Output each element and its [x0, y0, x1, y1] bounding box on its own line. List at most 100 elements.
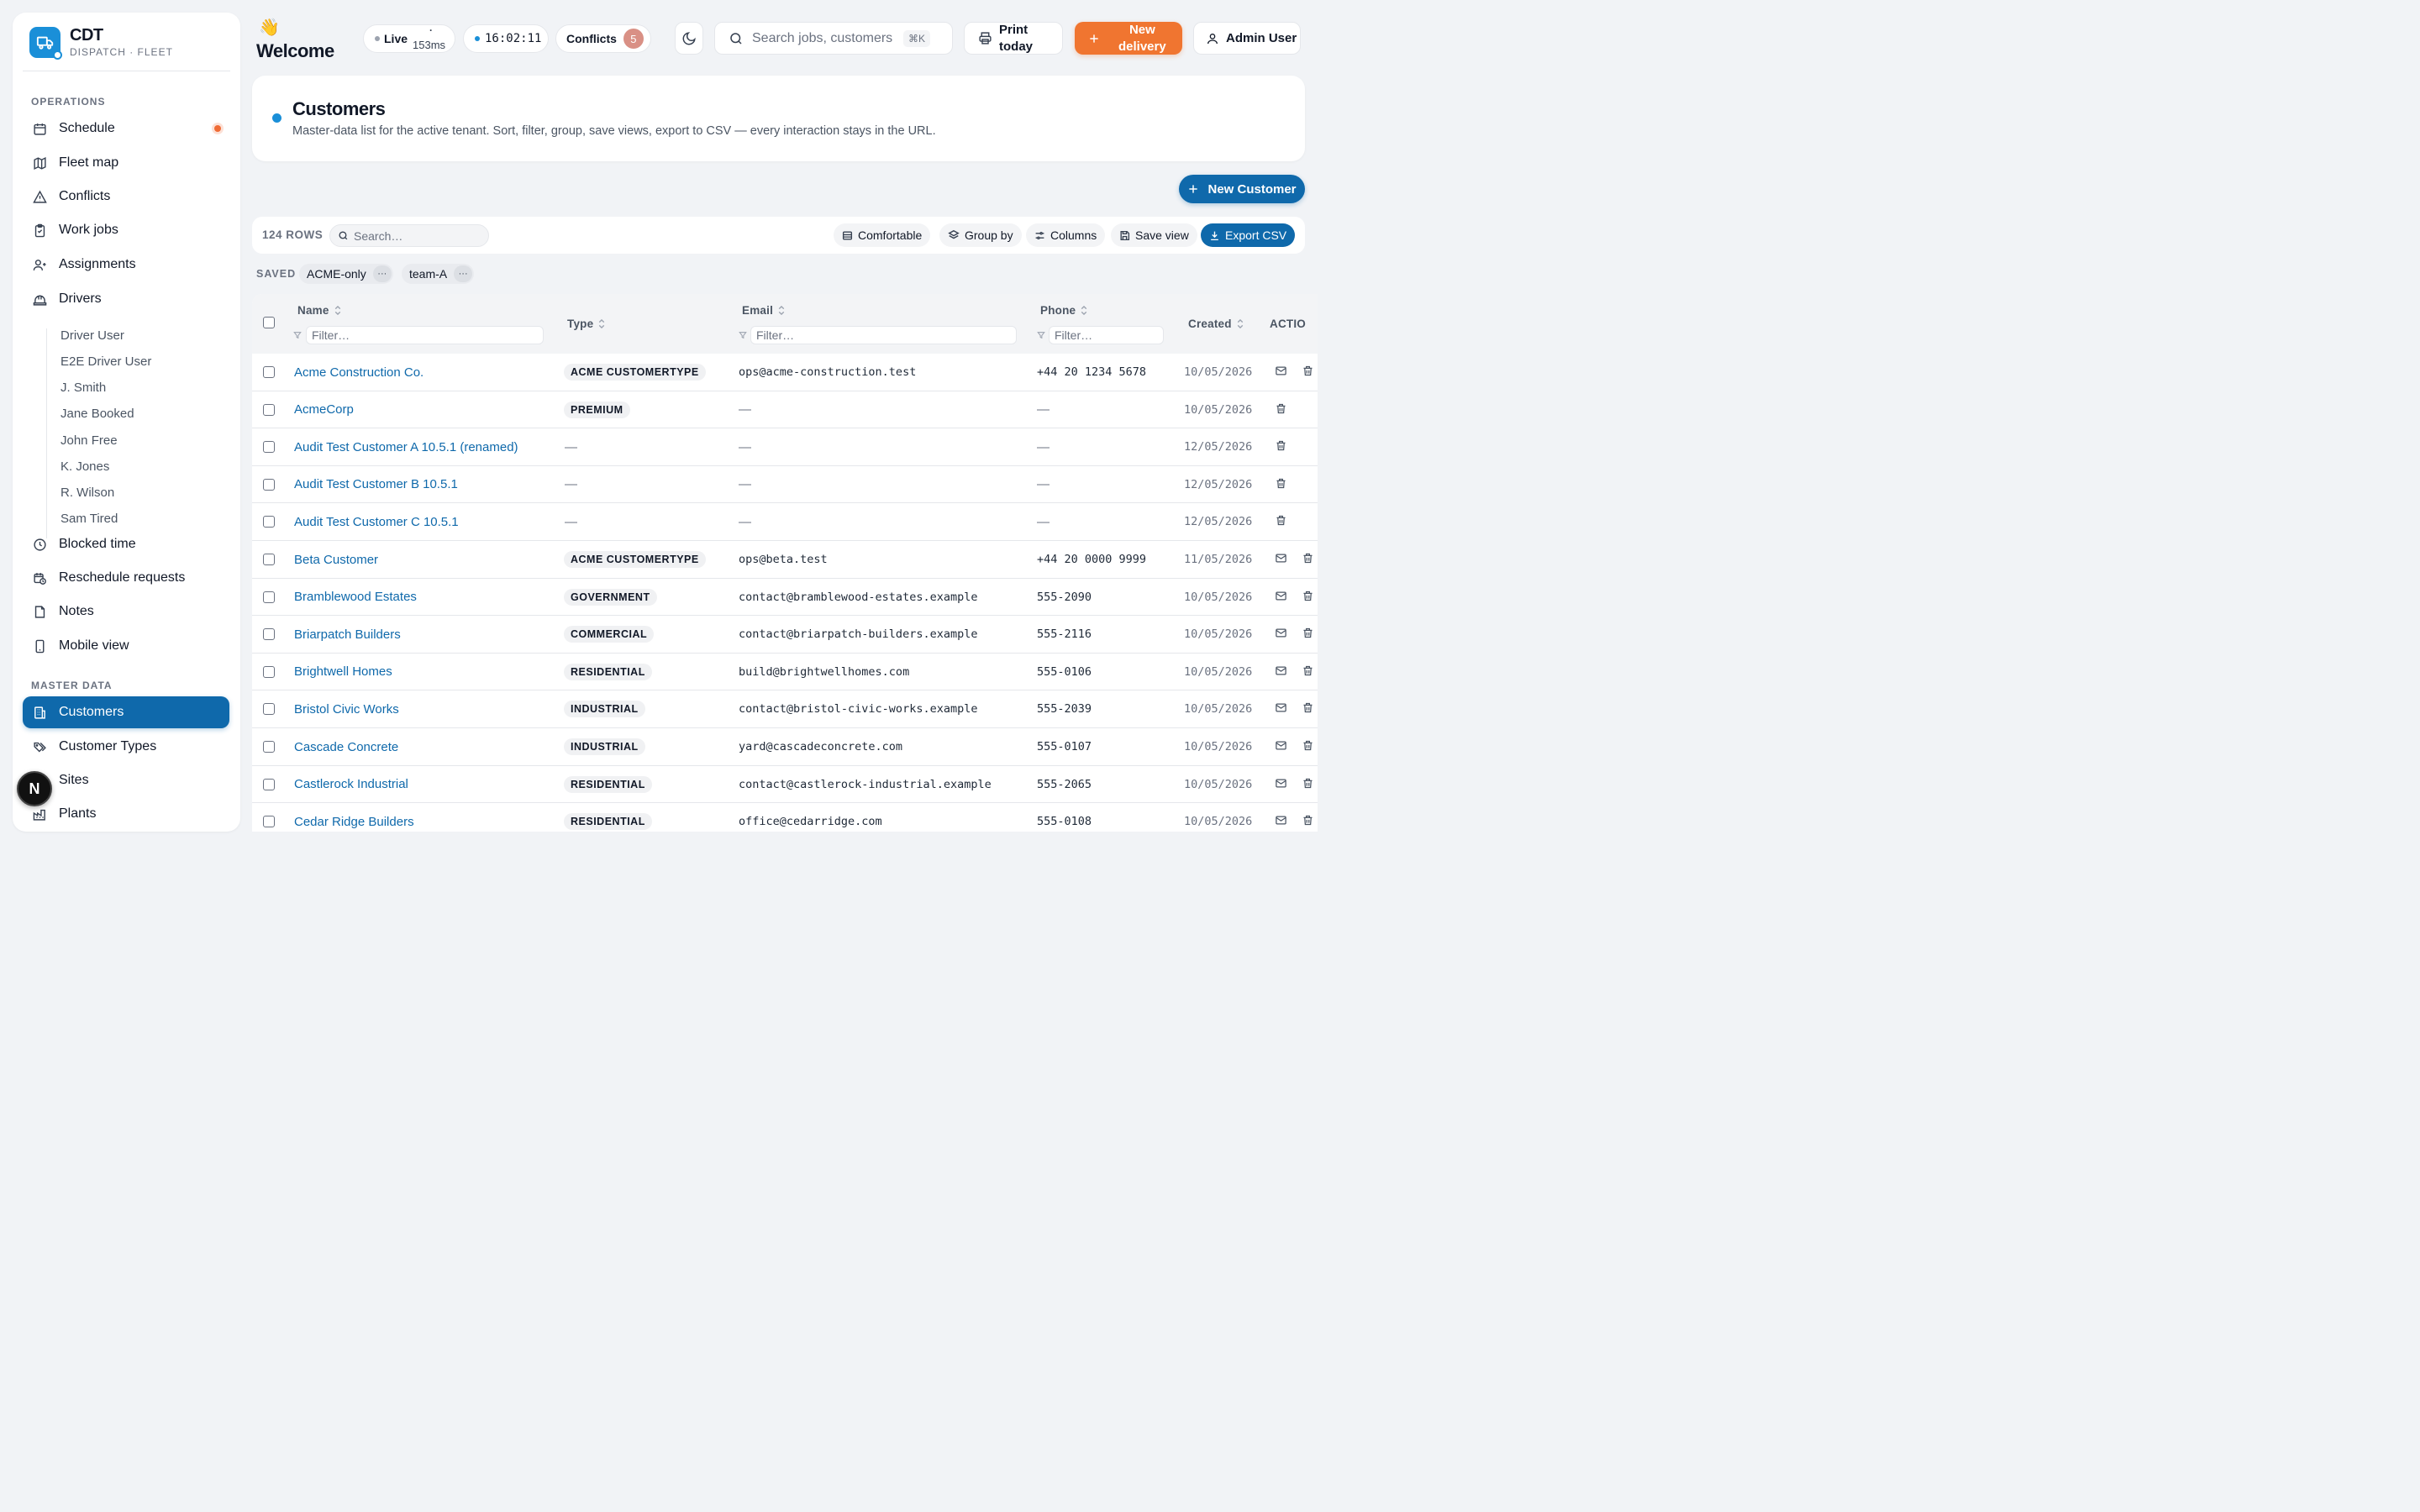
row-checkbox[interactable] [263, 628, 275, 641]
customer-name-link[interactable]: Castlerock Industrial [294, 766, 408, 803]
email-action-icon[interactable] [1275, 701, 1287, 714]
phone-filter-input[interactable]: Filter… [1049, 326, 1164, 344]
column-header-created[interactable]: Created [1188, 318, 1244, 330]
saved-view-chip[interactable]: team-A ··· [402, 264, 475, 284]
group-by-button[interactable]: Group by [939, 223, 1022, 247]
email-filter-input[interactable]: Filter… [750, 326, 1017, 344]
customer-name-link[interactable]: AcmeCorp [294, 391, 354, 428]
delete-action-icon[interactable] [1302, 552, 1314, 564]
delete-action-icon[interactable] [1302, 701, 1314, 714]
sidebar-item-customer-types[interactable]: Customer Types [23, 731, 229, 763]
table-row[interactable]: Brightwell Homes RESIDENTIAL build@brightw… [252, 654, 1318, 691]
sidebar-item-blocked-time[interactable]: Blocked time [23, 528, 229, 560]
delete-action-icon[interactable] [1275, 514, 1287, 527]
customer-name-link[interactable]: Briarpatch Builders [294, 616, 401, 653]
row-checkbox[interactable] [263, 366, 275, 378]
sidebar-subitem-driver[interactable]: Driver User [60, 328, 124, 343]
new-delivery-button[interactable]: New delivery [1075, 22, 1182, 55]
customer-name-link[interactable]: Audit Test Customer C 10.5.1 [294, 503, 459, 540]
sidebar-item-reschedule-requests[interactable]: Reschedule requests [23, 562, 229, 594]
save-view-button[interactable]: Save view [1111, 223, 1197, 247]
export-csv-button[interactable]: Export CSV [1201, 223, 1296, 247]
table-row[interactable]: Cedar Ridge Builders RESIDENTIAL office@ce… [252, 803, 1318, 832]
name-filter-input[interactable]: Filter… [306, 326, 544, 344]
conflicts-pill[interactable]: Conflicts 5 [555, 24, 651, 53]
sidebar-item-customers[interactable]: Customers [23, 696, 229, 728]
delete-action-icon[interactable] [1275, 402, 1287, 415]
table-row[interactable]: AcmeCorp PREMIUM — — 10/05/2026 [252, 391, 1318, 429]
delete-action-icon[interactable] [1302, 365, 1314, 377]
email-action-icon[interactable] [1275, 627, 1287, 639]
delete-action-icon[interactable] [1275, 439, 1287, 452]
sidebar-item-drivers[interactable]: Drivers [23, 283, 229, 315]
sidebar-item-work-jobs[interactable]: Work jobs [23, 214, 229, 246]
sidebar-subitem-driver[interactable]: Sam Tired [60, 512, 118, 526]
customer-name-link[interactable]: Audit Test Customer A 10.5.1 (renamed) [294, 428, 518, 465]
column-header-email[interactable]: Email [742, 304, 785, 317]
sidebar-subitem-driver[interactable]: R. Wilson [60, 486, 114, 500]
global-search[interactable]: Search jobs, customers… ⌘K [714, 22, 953, 55]
column-header-type[interactable]: Type [567, 318, 605, 330]
row-checkbox[interactable] [263, 441, 275, 454]
delete-action-icon[interactable] [1302, 739, 1314, 752]
saved-view-chip[interactable]: ACME-only ··· [299, 264, 393, 284]
row-checkbox[interactable] [263, 778, 275, 790]
table-row[interactable]: Castlerock Industrial RESIDENTIAL contact@… [252, 766, 1318, 804]
columns-button[interactable]: Columns [1026, 223, 1106, 247]
select-all-checkbox[interactable] [263, 317, 275, 328]
sidebar-subitem-driver[interactable]: E2E Driver User [60, 354, 151, 369]
row-checkbox[interactable] [263, 478, 275, 491]
sidebar-item-schedule[interactable]: Schedule [23, 113, 229, 144]
email-action-icon[interactable] [1275, 365, 1287, 377]
sidebar-item-sites[interactable]: Sites [23, 764, 229, 796]
table-row[interactable]: Audit Test Customer A 10.5.1 (renamed) — —… [252, 428, 1318, 466]
sidebar-item-plants[interactable]: Plants [23, 798, 229, 830]
user-menu-button[interactable]: Admin User [1193, 22, 1301, 55]
customer-name-link[interactable]: Bramblewood Estates [294, 579, 417, 616]
table-row[interactable]: Bristol Civic Works INDUSTRIAL contact@bri… [252, 690, 1318, 728]
new-customer-button[interactable]: New Customer [1179, 175, 1305, 203]
delete-action-icon[interactable] [1302, 664, 1314, 677]
customer-name-link[interactable]: Audit Test Customer B 10.5.1 [294, 466, 458, 503]
delete-action-icon[interactable] [1302, 814, 1314, 827]
row-checkbox[interactable] [263, 591, 275, 603]
sidebar-item-notes[interactable]: Notes [23, 596, 229, 627]
live-status-pill[interactable]: Live · 153ms [363, 24, 455, 53]
customer-name-link[interactable]: Brightwell Homes [294, 654, 392, 690]
email-action-icon[interactable] [1275, 777, 1287, 790]
row-checkbox[interactable] [263, 554, 275, 565]
delete-action-icon[interactable] [1302, 590, 1314, 602]
email-action-icon[interactable] [1275, 739, 1287, 752]
table-row[interactable]: Briarpatch Builders COMMERCIAL contact@bri… [252, 616, 1318, 654]
sidebar-subitem-driver[interactable]: John Free [60, 433, 118, 448]
table-row[interactable]: Cascade Concrete INDUSTRIAL yard@cascadeco… [252, 728, 1318, 766]
table-row[interactable]: Bramblewood Estates GOVERNMENT contact@bra… [252, 579, 1318, 617]
row-checkbox[interactable] [263, 516, 275, 528]
email-action-icon[interactable] [1275, 814, 1287, 827]
more-icon[interactable]: ··· [372, 265, 392, 282]
sidebar-item-assignments[interactable]: Assignments [23, 249, 229, 281]
more-icon[interactable]: ··· [454, 265, 473, 282]
customer-name-link[interactable]: Bristol Civic Works [294, 690, 399, 727]
density-button[interactable]: Comfortable [834, 223, 931, 247]
column-header-phone[interactable]: Phone [1040, 304, 1087, 317]
theme-toggle-button[interactable] [675, 22, 703, 55]
sidebar-item-mobile-view[interactable]: Mobile view [23, 630, 229, 662]
print-today-button[interactable]: Print today [964, 22, 1063, 55]
sidebar-item-fleet-map[interactable]: Fleet map [23, 147, 229, 179]
row-checkbox[interactable] [263, 816, 275, 828]
delete-action-icon[interactable] [1302, 777, 1314, 790]
delete-action-icon[interactable] [1275, 477, 1287, 490]
sidebar-item-conflicts[interactable]: Conflicts [23, 181, 229, 213]
sidebar-subitem-driver[interactable]: K. Jones [60, 459, 109, 474]
row-checkbox[interactable] [263, 703, 275, 716]
email-action-icon[interactable] [1275, 552, 1287, 564]
sidebar-subitem-driver[interactable]: Jane Booked [60, 407, 134, 421]
email-action-icon[interactable] [1275, 664, 1287, 677]
search-input[interactable]: Search jobs, customers… [752, 31, 893, 46]
email-action-icon[interactable] [1275, 590, 1287, 602]
customer-name-link[interactable]: Cedar Ridge Builders [294, 803, 414, 832]
table-row[interactable]: Acme Construction Co. ACME CUSTOMERTYPE op… [252, 354, 1318, 391]
table-row[interactable]: Beta Customer ACME CUSTOMERTYPE ops@beta.t… [252, 541, 1318, 579]
customer-name-link[interactable]: Beta Customer [294, 541, 378, 578]
